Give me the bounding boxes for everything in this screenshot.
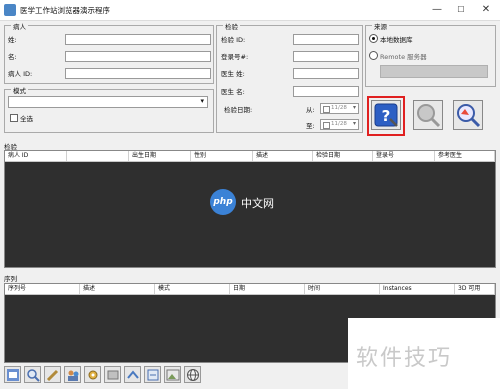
- series-col-modality[interactable]: 模式: [155, 284, 230, 294]
- studies-col-accession[interactable]: 登录号: [373, 151, 435, 161]
- scan-icon: [7, 369, 19, 381]
- remote-server-radio[interactable]: [369, 51, 378, 60]
- svg-text:?: ?: [382, 107, 391, 125]
- close-button[interactable]: ✕: [475, 1, 497, 19]
- toolbar-button-users[interactable]: [64, 366, 81, 383]
- patient-given-input[interactable]: [65, 51, 211, 62]
- study-group-label: 检验: [223, 21, 240, 31]
- studies-col-referring-doctor[interactable]: 参考医生: [435, 151, 495, 161]
- globe-icon: [187, 369, 199, 381]
- patient-group-label: 病人: [11, 21, 28, 31]
- local-db-label: 本地数据库: [380, 36, 413, 44]
- magnifier-color-icon: [457, 104, 481, 128]
- to-date-picker[interactable]: 11/28 ▾: [320, 119, 359, 130]
- doctor-given-input[interactable]: [293, 86, 359, 97]
- study-id-input[interactable]: [293, 34, 359, 45]
- doctor-surname-input[interactable]: [293, 68, 359, 79]
- from-date-value: 11/28: [331, 105, 347, 111]
- title-bar: 医学工作站浏览器演示程序 — ☐ ✕: [0, 0, 500, 21]
- patient-surname-input[interactable]: [65, 34, 211, 45]
- remote-server-select[interactable]: [380, 65, 488, 78]
- patient-given-label: 名:: [8, 53, 17, 61]
- image-icon: [166, 369, 180, 381]
- studies-col-blank[interactable]: [67, 151, 129, 161]
- pencil-icon: [46, 369, 59, 382]
- doctor-given-label: 医生 名:: [221, 88, 245, 96]
- chevron-down-icon: ▾: [200, 97, 204, 105]
- series-table-header: 序列号 描述 模式 日期 时间 Instances 3D 可用: [5, 284, 495, 295]
- center-watermark-text: 中文网: [241, 197, 274, 210]
- app-icon: [4, 4, 16, 16]
- select-all-label: 全选: [20, 115, 33, 123]
- series-col-3d-available[interactable]: 3D 可用: [455, 284, 495, 294]
- corner-watermark-box: 软件技巧: [348, 318, 500, 389]
- toolbar-button-edit[interactable]: [44, 366, 61, 383]
- from-label: 从:: [306, 106, 315, 114]
- series-col-number[interactable]: 序列号: [5, 284, 80, 294]
- to-label: 至:: [306, 122, 315, 130]
- view-button[interactable]: [453, 100, 483, 130]
- study-id-label: 检验 ID:: [221, 36, 246, 44]
- toolbar-button-settings[interactable]: [84, 366, 101, 383]
- patient-id-label: 病人 ID:: [8, 70, 33, 78]
- to-date-value: 11/28: [331, 121, 347, 127]
- from-date-picker[interactable]: 11/28 ▾: [320, 103, 359, 114]
- from-date-checkbox[interactable]: [323, 106, 330, 113]
- series-col-date[interactable]: 日期: [230, 284, 305, 294]
- accession-input[interactable]: [293, 51, 359, 62]
- users-icon: [68, 370, 79, 381]
- to-date-chevron-icon: ▾: [352, 120, 356, 127]
- retrieve-button[interactable]: [413, 100, 443, 130]
- local-db-radio[interactable]: [369, 34, 378, 43]
- studies-table-header: 病人 ID 出生日期 性别 描述 检验日期 登录号 参考医生: [5, 151, 495, 162]
- remote-server-label: Remote 服务器: [380, 53, 427, 61]
- help-magnifier-icon: ?: [374, 103, 398, 127]
- select-all-checkbox[interactable]: [10, 114, 18, 122]
- maximize-button[interactable]: ☐: [450, 1, 472, 19]
- toolbar-button-export[interactable]: [144, 366, 161, 383]
- patient-id-input[interactable]: [65, 68, 211, 79]
- corner-watermark-text: 软件技巧: [356, 346, 453, 371]
- minimize-button[interactable]: —: [426, 1, 448, 19]
- query-button[interactable]: ?: [371, 100, 401, 130]
- patient-surname-label: 姓:: [8, 36, 17, 44]
- studies-col-sex[interactable]: 性别: [191, 151, 253, 161]
- source-group-label: 来源: [372, 21, 389, 31]
- toolbar-button-search[interactable]: [24, 366, 41, 383]
- toolbar-button-disk[interactable]: [104, 366, 121, 383]
- toolbar-button-image[interactable]: [164, 366, 181, 383]
- studies-col-description[interactable]: 描述: [253, 151, 313, 161]
- to-date-checkbox[interactable]: [323, 122, 330, 129]
- doctor-surname-label: 医生 姓:: [221, 70, 245, 78]
- search-icon: [27, 369, 40, 382]
- gear-icon: [88, 370, 98, 380]
- toolbar-button-network[interactable]: [124, 366, 141, 383]
- app-window: 医学工作站浏览器演示程序 — ☐ ✕ 病人 姓: 名: 病人 ID: 模式 ▾ …: [0, 0, 500, 389]
- accession-label: 登录号#:: [221, 53, 249, 61]
- studies-col-patient-id[interactable]: 病人 ID: [5, 151, 67, 161]
- series-col-description[interactable]: 描述: [80, 284, 155, 294]
- php-watermark-logo: php: [210, 189, 236, 215]
- local-db-radio-dot: [372, 37, 375, 40]
- modality-group-label: 模式: [11, 85, 28, 95]
- export-icon: [147, 369, 159, 381]
- series-table-label: 序列: [4, 275, 17, 283]
- window-title: 医学工作站浏览器演示程序: [20, 6, 110, 15]
- studies-table[interactable]: 病人 ID 出生日期 性别 描述 检验日期 登录号 参考医生 php 中文网: [4, 150, 496, 268]
- series-col-instances[interactable]: Instances: [380, 284, 455, 294]
- toolbar-button-scan[interactable]: [4, 366, 21, 383]
- studies-col-birth-date[interactable]: 出生日期: [129, 151, 191, 161]
- disk-icon: [107, 370, 119, 380]
- toolbar-button-globe[interactable]: [184, 366, 201, 383]
- studies-col-study-date[interactable]: 检验日期: [313, 151, 373, 161]
- study-date-label: 检验日期:: [224, 106, 253, 114]
- from-date-chevron-icon: ▾: [352, 104, 356, 111]
- network-icon: [127, 370, 139, 379]
- series-col-time[interactable]: 时间: [305, 284, 380, 294]
- magnifier-disabled-icon: [417, 104, 441, 128]
- modality-select[interactable]: ▾: [8, 96, 208, 108]
